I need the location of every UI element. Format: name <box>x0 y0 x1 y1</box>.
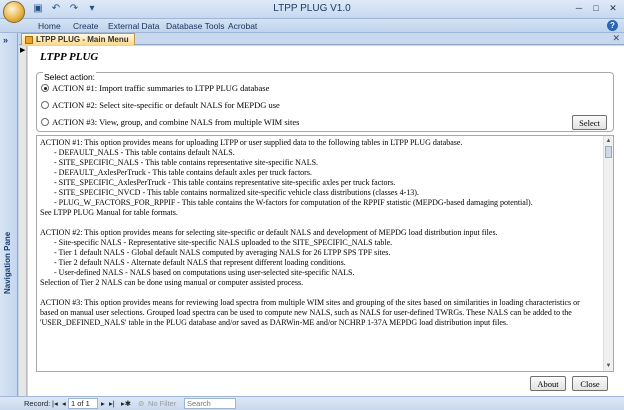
description-line: ACTION #1: This option provides means fo… <box>40 138 463 147</box>
window-title: LTPP PLUG V1.0 <box>273 3 351 14</box>
tab-external-data[interactable]: External Data <box>108 21 160 31</box>
action-3-label: ACTION #3: View, group, and combine NALS… <box>52 117 300 127</box>
action-2-label: ACTION #2: Select site-specific or defau… <box>52 100 280 110</box>
tab-create[interactable]: Create <box>73 21 99 31</box>
description-textbox[interactable]: ACTION #1: This option provides means fo… <box>36 135 614 372</box>
record-navigation-bar: Record: |◂ ◂ 1 of 1 ▸ ▸| ▸✱ ⊘ No Filter … <box>0 396 624 410</box>
last-record-icon[interactable]: ▸| <box>109 399 115 408</box>
action-3-option[interactable]: ACTION #3: View, group, and combine NALS… <box>41 117 299 127</box>
record-selector[interactable]: ▶ <box>19 46 27 396</box>
previous-record-icon[interactable]: ◂ <box>62 399 66 408</box>
tab-acrobat[interactable]: Acrobat <box>228 21 257 31</box>
search-field[interactable]: Search <box>184 398 236 409</box>
document-tab-bar: LTPP PLUG - Main Menu ✕ <box>19 33 624 45</box>
action-2-option[interactable]: ACTION #2: Select site-specific or defau… <box>41 100 280 110</box>
tab-home[interactable]: Home <box>38 21 61 31</box>
description-scrollbar[interactable]: ▲ ▼ <box>603 136 613 371</box>
minimize-icon[interactable]: ─ <box>572 2 586 15</box>
tab-main-menu-label: LTPP PLUG - Main Menu <box>36 35 129 44</box>
description-text: ACTION #1: This option provides means fo… <box>40 138 598 328</box>
description-line: - Tier 1 default NALS - Global default N… <box>54 248 391 257</box>
tab-main-menu[interactable]: LTPP PLUG - Main Menu <box>21 33 135 45</box>
window-controls: ─ □ ✕ <box>572 2 620 15</box>
maximize-icon[interactable]: □ <box>589 2 603 15</box>
description-line: - SITE_SPECIFIC_AxlesPerTruck - This tab… <box>54 178 396 187</box>
action-3-radio[interactable] <box>41 118 49 126</box>
office-button[interactable] <box>3 1 25 23</box>
action-1-option[interactable]: ACTION #1: Import traffic summaries to L… <box>41 83 269 93</box>
description-line: - User-defined NALS - NALS based on comp… <box>54 268 355 277</box>
record-number-field[interactable]: 1 of 1 <box>68 398 98 409</box>
next-record-icon[interactable]: ▸ <box>101 399 105 408</box>
description-line: - DEFAULT_AxlesPerTruck - This table con… <box>54 168 312 177</box>
close-window-icon[interactable]: ✕ <box>606 2 620 15</box>
nav-pane-toggle-icon[interactable]: » <box>3 35 8 45</box>
action-option-group: Select action: ACTION #1: Import traffic… <box>36 72 614 132</box>
help-icon[interactable]: ? <box>607 20 618 31</box>
description-line: - Tier 2 default NALS - Alternate defaul… <box>54 258 346 267</box>
scroll-down-icon[interactable]: ▼ <box>605 362 612 370</box>
description-line: - DEFAULT_NALS - This table contains def… <box>54 148 235 157</box>
current-record-arrow-icon: ▶ <box>20 47 26 54</box>
navigation-pane-label[interactable]: Navigation Pane <box>3 223 15 303</box>
ribbon-tabs: Home Create External Data Database Tools… <box>0 19 624 33</box>
main-menu-form: LTPP PLUG Select action: ACTION #1: Impo… <box>28 46 624 396</box>
close-document-icon[interactable]: ✕ <box>612 33 620 44</box>
action-1-radio[interactable] <box>41 84 49 92</box>
form-title: LTPP PLUG <box>40 51 99 63</box>
filter-status[interactable]: No Filter <box>148 399 176 408</box>
select-button[interactable]: Select <box>572 115 607 130</box>
scroll-thumb[interactable] <box>605 146 612 158</box>
first-record-icon[interactable]: |◂ <box>52 399 58 408</box>
description-line: - SITE_SPECIFIC_NVCD - This table contai… <box>54 188 419 197</box>
action-2-radio[interactable] <box>41 101 49 109</box>
new-record-icon[interactable]: ▸✱ <box>121 399 131 408</box>
title-bar: ▣ ↶ ↷ ▾ LTPP PLUG V1.0 ─ □ ✕ <box>0 0 624 19</box>
filter-icon: ⊘ <box>138 399 145 408</box>
description-line: ACTION #2: This option provides means fo… <box>40 228 498 237</box>
form-icon <box>25 35 33 44</box>
description-line: - SITE_SPECIFIC_NALS - This table contai… <box>54 158 319 167</box>
navigation-pane[interactable]: » Navigation Pane <box>0 33 18 396</box>
description-line: See LTPP PLUG Manual for table formats. <box>40 208 178 217</box>
description-line: - Site-specific NALS - Representative si… <box>54 238 393 247</box>
scroll-up-icon[interactable]: ▲ <box>605 137 612 145</box>
description-line: - PLUG_W_FACTORS_FOR_RPPIF - This table … <box>54 198 533 207</box>
description-line: Selection of Tier 2 NALS can be done usi… <box>40 278 304 287</box>
record-label: Record: <box>24 399 51 408</box>
action-1-label: ACTION #1: Import traffic summaries to L… <box>52 83 270 93</box>
group-label: Select action: <box>43 72 97 82</box>
description-line: ACTION #3: This option provides means fo… <box>40 298 580 327</box>
close-button[interactable]: Close <box>572 376 608 391</box>
tab-database-tools[interactable]: Database Tools <box>166 21 224 31</box>
about-button[interactable]: About <box>530 376 566 391</box>
